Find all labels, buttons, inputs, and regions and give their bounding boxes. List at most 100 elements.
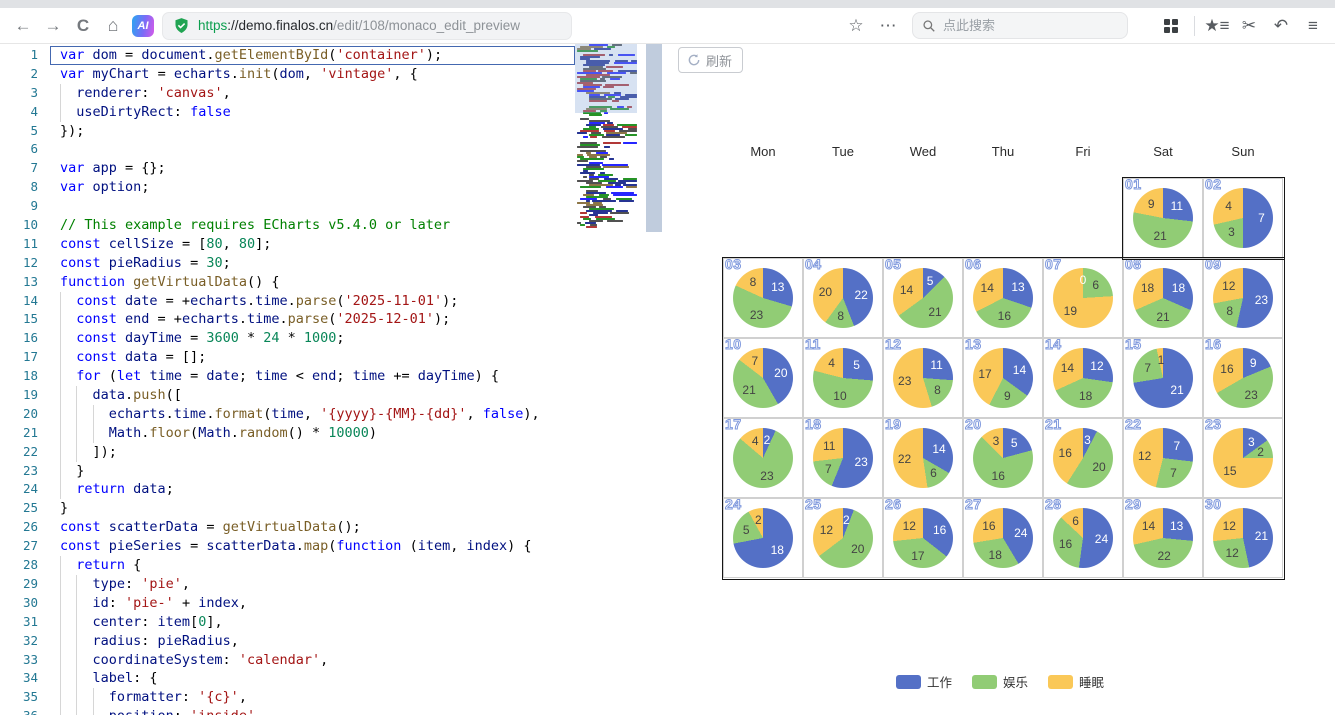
line-number: 4 xyxy=(30,103,38,119)
calendar-cell[interactable]: 07 0 6 19 xyxy=(1043,256,1123,338)
code-line[interactable]: 21 Math.floor(Math.random() * 10000) xyxy=(0,423,575,443)
code-line[interactable]: 34 label: { xyxy=(0,669,575,689)
calendar-cell[interactable]: 23 3 2 15 xyxy=(1203,416,1283,498)
calendar-cell[interactable]: 03 13 23 8 xyxy=(723,256,803,338)
code-line[interactable]: 35 formatter: '{c}', xyxy=(0,688,575,708)
code-line[interactable]: 2 var myChart = echarts.init(dom, 'vintag… xyxy=(0,65,575,84)
day-pie-chart[interactable] xyxy=(733,508,793,568)
calendar-cell[interactable]: 24 18 5 2 xyxy=(723,496,803,578)
code-line[interactable]: 22]); xyxy=(0,442,575,462)
code-line[interactable]: 26 const scatterData = getVirtualData(); xyxy=(0,518,575,537)
calendar-cell[interactable]: 18 23 7 11 xyxy=(803,416,883,498)
legend-item[interactable]: 睡眠 xyxy=(1048,672,1104,691)
calendar-cell[interactable]: 30 21 12 12 xyxy=(1203,496,1283,578)
calendar-cell[interactable]: 19 14 6 22 xyxy=(883,416,963,498)
more-options-icon[interactable]: ⋯ xyxy=(872,16,904,36)
bookmark-star-icon[interactable]: ☆ xyxy=(840,16,872,36)
calendar-cell[interactable]: 17 2 23 4 xyxy=(723,416,803,498)
code-line[interactable]: 10// This example requires ECharts v5.4.… xyxy=(0,216,575,235)
minimap[interactable] xyxy=(575,44,637,234)
scissors-icon[interactable]: ✂ xyxy=(1233,16,1265,36)
calendar-cell[interactable]: 09 23 8 12 xyxy=(1203,256,1283,338)
code-line[interactable]: 31 center: item[0], xyxy=(0,612,575,632)
calendar-cell[interactable]: 20 5 16 3 xyxy=(963,416,1043,498)
code-editor[interactable]: 1 var dom = document.getElementById('cont… xyxy=(0,44,665,715)
calendar-cell[interactable]: 29 13 22 14 xyxy=(1123,496,1203,578)
calendar-cell[interactable]: 14 12 18 14 xyxy=(1043,336,1123,418)
calendar-chart[interactable]: 01 11 21 9 02 7 3 4 03 13 23 8 04 22 8 20 05 5 21 14 06 13 16 1… xyxy=(721,176,1285,580)
code-line[interactable]: 23} xyxy=(0,461,575,481)
calendar-cell[interactable]: 01 11 21 9 xyxy=(1123,176,1203,258)
code-line[interactable]: 33 coordinateSystem: 'calendar', xyxy=(0,650,575,670)
refresh-icon[interactable]: C xyxy=(68,16,98,36)
code-line[interactable]: 3 renderer: 'canvas', xyxy=(0,83,575,103)
line-number: 34 xyxy=(22,670,38,686)
indent-guide xyxy=(76,669,92,689)
forward-icon[interactable]: → xyxy=(38,16,68,36)
favorites-list-icon[interactable]: ★≡ xyxy=(1201,16,1233,36)
code-line[interactable]: 7 var app = {}; xyxy=(0,159,575,178)
code-line[interactable]: 9 xyxy=(0,197,575,216)
code-line[interactable]: 32 radius: pieRadius, xyxy=(0,631,575,651)
calendar-cell[interactable]: 25 2 20 12 xyxy=(803,496,883,578)
code-line[interactable]: 36position: 'inside', xyxy=(0,707,575,715)
code-line[interactable]: 8 var option; xyxy=(0,178,575,197)
home-icon[interactable]: ⌂ xyxy=(98,15,128,36)
code-line[interactable]: 24 return data; xyxy=(0,480,575,500)
legend-item[interactable]: 工作 xyxy=(895,672,952,691)
code-line[interactable]: 13 function getVirtualData() { xyxy=(0,273,575,292)
code-line[interactable]: 25} xyxy=(0,499,575,518)
calendar-cell[interactable]: 16 9 23 16 xyxy=(1203,336,1283,418)
code-line[interactable]: 19 data.push([ xyxy=(0,386,575,405)
code-line[interactable]: 28 return { xyxy=(0,556,575,575)
calendar-cell[interactable]: 08 18 21 18 xyxy=(1123,256,1203,338)
code-line[interactable]: 15 const end = +echarts.time.parse('2025-… xyxy=(0,310,575,330)
code-line[interactable]: 6 xyxy=(0,140,575,159)
apps-grid-icon[interactable] xyxy=(1164,18,1178,33)
calendar-cell[interactable]: 15 21 7 1 xyxy=(1123,336,1203,418)
code-line[interactable]: 11 const cellSize = [80, 80]; xyxy=(0,235,575,254)
calendar-cell[interactable]: 02 7 3 4 xyxy=(1203,176,1283,258)
code-line[interactable]: 4 useDirtyRect: false xyxy=(0,102,575,122)
menu-icon[interactable]: ≡ xyxy=(1297,16,1329,36)
code-line[interactable]: 17 const data = []; xyxy=(0,348,575,368)
calendar-cell[interactable]: 26 16 17 12 xyxy=(883,496,963,578)
search-input[interactable] xyxy=(943,18,1103,33)
calendar-cell[interactable]: 05 5 21 14 xyxy=(883,256,963,338)
code-line[interactable]: 14 const date = +echarts.time.parse('2025… xyxy=(0,291,575,311)
calendar-cell[interactable]: 22 7 7 12 xyxy=(1123,416,1203,498)
pie-slice-label: 2 xyxy=(763,432,771,447)
calendar-cell[interactable]: 12 11 8 23 xyxy=(883,336,963,418)
editor-scrollbar-thumb[interactable] xyxy=(646,44,662,232)
code-line[interactable]: 5}); xyxy=(0,122,575,141)
minimap-viewport[interactable] xyxy=(575,44,637,113)
back-icon[interactable]: ← xyxy=(8,16,38,36)
code-lines[interactable]: 1 var dom = document.getElementById('cont… xyxy=(0,46,575,715)
calendar-cell[interactable]: 10 20 21 7 xyxy=(723,336,803,418)
ai-assistant-icon[interactable]: AI xyxy=(132,14,154,37)
refresh-preview-button[interactable]: 刷新 xyxy=(678,47,744,73)
day-pie-chart[interactable] xyxy=(1213,348,1273,408)
indent-guide xyxy=(76,442,92,462)
calendar-cell[interactable]: 27 24 18 16 xyxy=(963,496,1043,578)
calendar-cell[interactable]: 06 13 16 14 xyxy=(963,256,1043,338)
code-line[interactable]: 27 const pieSeries = scatterData.map(func… xyxy=(0,537,575,556)
quick-search-box[interactable] xyxy=(912,12,1128,39)
calendar-cell[interactable]: 28 24 16 6 xyxy=(1043,496,1123,578)
line-number: 36 xyxy=(0,707,50,715)
code-line[interactable]: 29 type: 'pie', xyxy=(0,574,575,594)
calendar-cell[interactable]: 11 5 10 4 xyxy=(803,336,883,418)
code-line[interactable]: 20 echarts.time.format(time, '{yyyy}-{MM}… xyxy=(0,404,575,424)
day-pie-chart[interactable] xyxy=(893,268,953,328)
address-bar[interactable]: https://demo.finalos.cn/edit/108/monaco_… xyxy=(162,11,572,40)
calendar-cell[interactable]: 21 3 20 16 xyxy=(1043,416,1123,498)
calendar-cell[interactable]: 04 22 8 20 xyxy=(803,256,883,338)
undo-icon[interactable]: ↶ xyxy=(1265,16,1297,36)
code-line[interactable]: 30 id: 'pie-' + index, xyxy=(0,593,575,613)
code-line[interactable]: 12 const pieRadius = 30; xyxy=(0,254,575,273)
code-line[interactable]: 16 const dayTime = 3600 * 24 * 1000; xyxy=(0,329,575,349)
code-line[interactable]: 18 for (let time = date; time < end; time… xyxy=(0,367,575,387)
calendar-cell[interactable]: 13 14 9 17 xyxy=(963,336,1043,418)
code-line[interactable]: 1 var dom = document.getElementById('cont… xyxy=(0,46,575,65)
legend-item[interactable]: 娱乐 xyxy=(971,672,1028,691)
